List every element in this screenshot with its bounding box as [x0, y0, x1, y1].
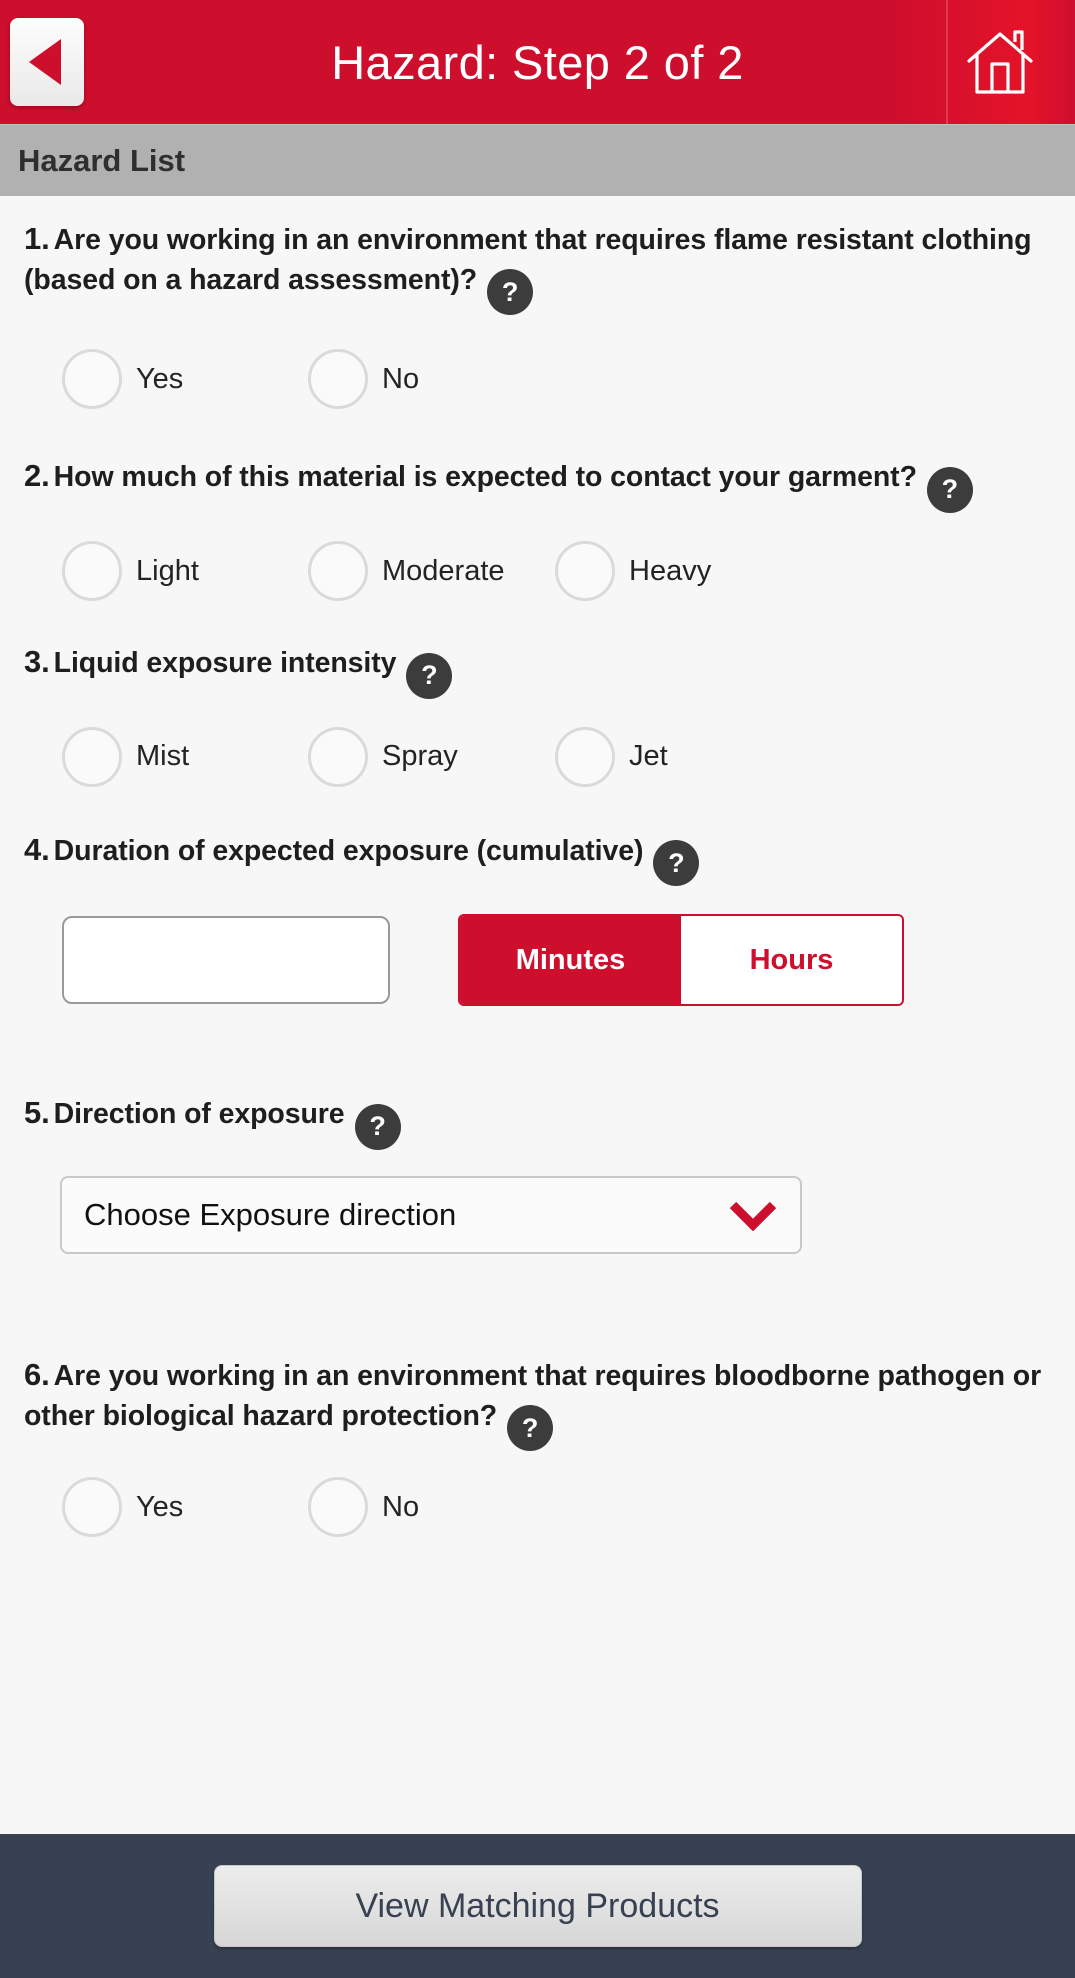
question-6-number: 6.: [24, 1356, 50, 1392]
question-3-options: Mist Spray Jet: [24, 726, 1051, 787]
radio-option-jet[interactable]: Jet: [555, 726, 668, 787]
duration-input[interactable]: [62, 916, 390, 1005]
question-1-title: 1. Are you working in an environment that…: [24, 218, 1051, 316]
radio-option-no[interactable]: No: [308, 349, 420, 410]
duration-row: Minutes Hours: [62, 914, 1051, 1007]
radio-label: Yes: [136, 362, 184, 395]
duration-unit-toggle: Minutes Hours: [458, 914, 904, 1007]
exposure-direction-select[interactable]: Choose Exposure direction: [60, 1175, 802, 1254]
back-button[interactable]: [10, 18, 84, 106]
unit-minutes-button[interactable]: Minutes: [460, 916, 681, 1005]
question-1-number: 1.: [24, 221, 50, 256]
question-3-title: 3. Liquid exposure intensity?: [24, 641, 1051, 699]
app-header: Hazard: Step 2 of 2: [0, 0, 1075, 124]
question-4-title: 4. Duration of expected exposure (cumulat…: [24, 829, 1051, 887]
radio-label: Moderate: [382, 554, 505, 587]
radio-circle-icon[interactable]: [555, 541, 615, 602]
header-divider: [946, 0, 948, 124]
radio-label: Yes: [136, 1490, 184, 1523]
question-list: 1. Are you working in an environment that…: [0, 196, 1075, 1834]
help-icon[interactable]: ?: [487, 269, 534, 316]
footer-bar: View Matching Products: [0, 1834, 1075, 1978]
question-5: 5. Direction of exposure? Choose Exposure…: [0, 1006, 1075, 1254]
radio-option-moderate[interactable]: Moderate: [308, 541, 555, 602]
question-3-number: 3.: [24, 644, 50, 680]
radio-circle-icon[interactable]: [308, 1477, 368, 1538]
radio-circle-icon[interactable]: [308, 726, 368, 787]
question-4: 4. Duration of expected exposure (cumulat…: [0, 787, 1075, 1007]
radio-circle-icon[interactable]: [62, 1477, 122, 1538]
radio-option-mist[interactable]: Mist: [62, 726, 308, 787]
home-button[interactable]: [961, 22, 1039, 102]
help-icon[interactable]: ?: [653, 840, 700, 887]
question-2-number: 2.: [24, 458, 50, 494]
help-icon[interactable]: ?: [507, 1405, 554, 1452]
radio-label: No: [382, 1490, 420, 1523]
hazard-step-screen: Hazard: Step 2 of 2 Hazard List 1. Are yo…: [0, 0, 1075, 1978]
view-matching-products-button[interactable]: View Matching Products: [213, 1865, 862, 1947]
radio-label: Spray: [382, 740, 458, 773]
question-6: 6. Are you working in an environment that…: [0, 1254, 1075, 1538]
page-title: Hazard: Step 2 of 2: [331, 35, 744, 89]
radio-option-heavy[interactable]: Heavy: [555, 541, 712, 602]
unit-hours-button[interactable]: Hours: [681, 916, 902, 1005]
question-3: 3. Liquid exposure intensity? Mist Spray …: [0, 601, 1075, 787]
home-icon: [967, 30, 1033, 94]
question-2-text: How much of this material is expected to…: [53, 461, 917, 494]
question-2-options: Light Moderate Heavy: [24, 541, 1051, 602]
radio-circle-icon[interactable]: [62, 349, 122, 410]
section-header: Hazard List: [0, 124, 1075, 196]
help-icon[interactable]: ?: [406, 652, 453, 699]
radio-option-yes[interactable]: Yes: [62, 349, 308, 410]
question-3-text: Liquid exposure intensity: [53, 647, 397, 680]
radio-label: Jet: [629, 740, 668, 773]
section-title: Hazard List: [18, 142, 186, 178]
radio-option-light[interactable]: Light: [62, 541, 308, 602]
question-1: 1. Are you working in an environment that…: [0, 196, 1075, 410]
question-6-options: Yes No: [24, 1477, 1051, 1538]
question-6-title: 6. Are you working in an environment that…: [24, 1354, 1051, 1452]
chevron-down-icon: [728, 1199, 778, 1231]
radio-label: Light: [136, 554, 199, 587]
question-4-number: 4.: [24, 831, 50, 867]
question-5-number: 5.: [24, 1095, 50, 1131]
radio-label: No: [382, 362, 420, 395]
question-2: 2. How much of this material is expected …: [0, 409, 1075, 602]
radio-circle-icon[interactable]: [308, 349, 368, 410]
question-4-text: Duration of expected exposure (cumulativ…: [53, 834, 644, 867]
radio-label: Mist: [136, 740, 190, 773]
radio-option-yes[interactable]: Yes: [62, 1477, 308, 1538]
radio-option-spray[interactable]: Spray: [308, 726, 555, 787]
radio-circle-icon[interactable]: [62, 541, 122, 602]
radio-circle-icon[interactable]: [555, 726, 615, 787]
help-icon[interactable]: ?: [926, 467, 973, 514]
select-value: Choose Exposure direction: [84, 1196, 457, 1232]
question-5-text: Direction of exposure: [53, 1098, 345, 1131]
question-2-title: 2. How much of this material is expected …: [24, 455, 1051, 514]
radio-label: Heavy: [629, 554, 712, 587]
question-5-title: 5. Direction of exposure?: [24, 1092, 1051, 1150]
question-1-options: Yes No: [24, 349, 1051, 410]
back-triangle-icon: [29, 39, 61, 85]
radio-circle-icon[interactable]: [62, 726, 122, 787]
help-icon[interactable]: ?: [354, 1103, 401, 1150]
radio-circle-icon[interactable]: [308, 541, 368, 602]
radio-option-no[interactable]: No: [308, 1477, 420, 1538]
